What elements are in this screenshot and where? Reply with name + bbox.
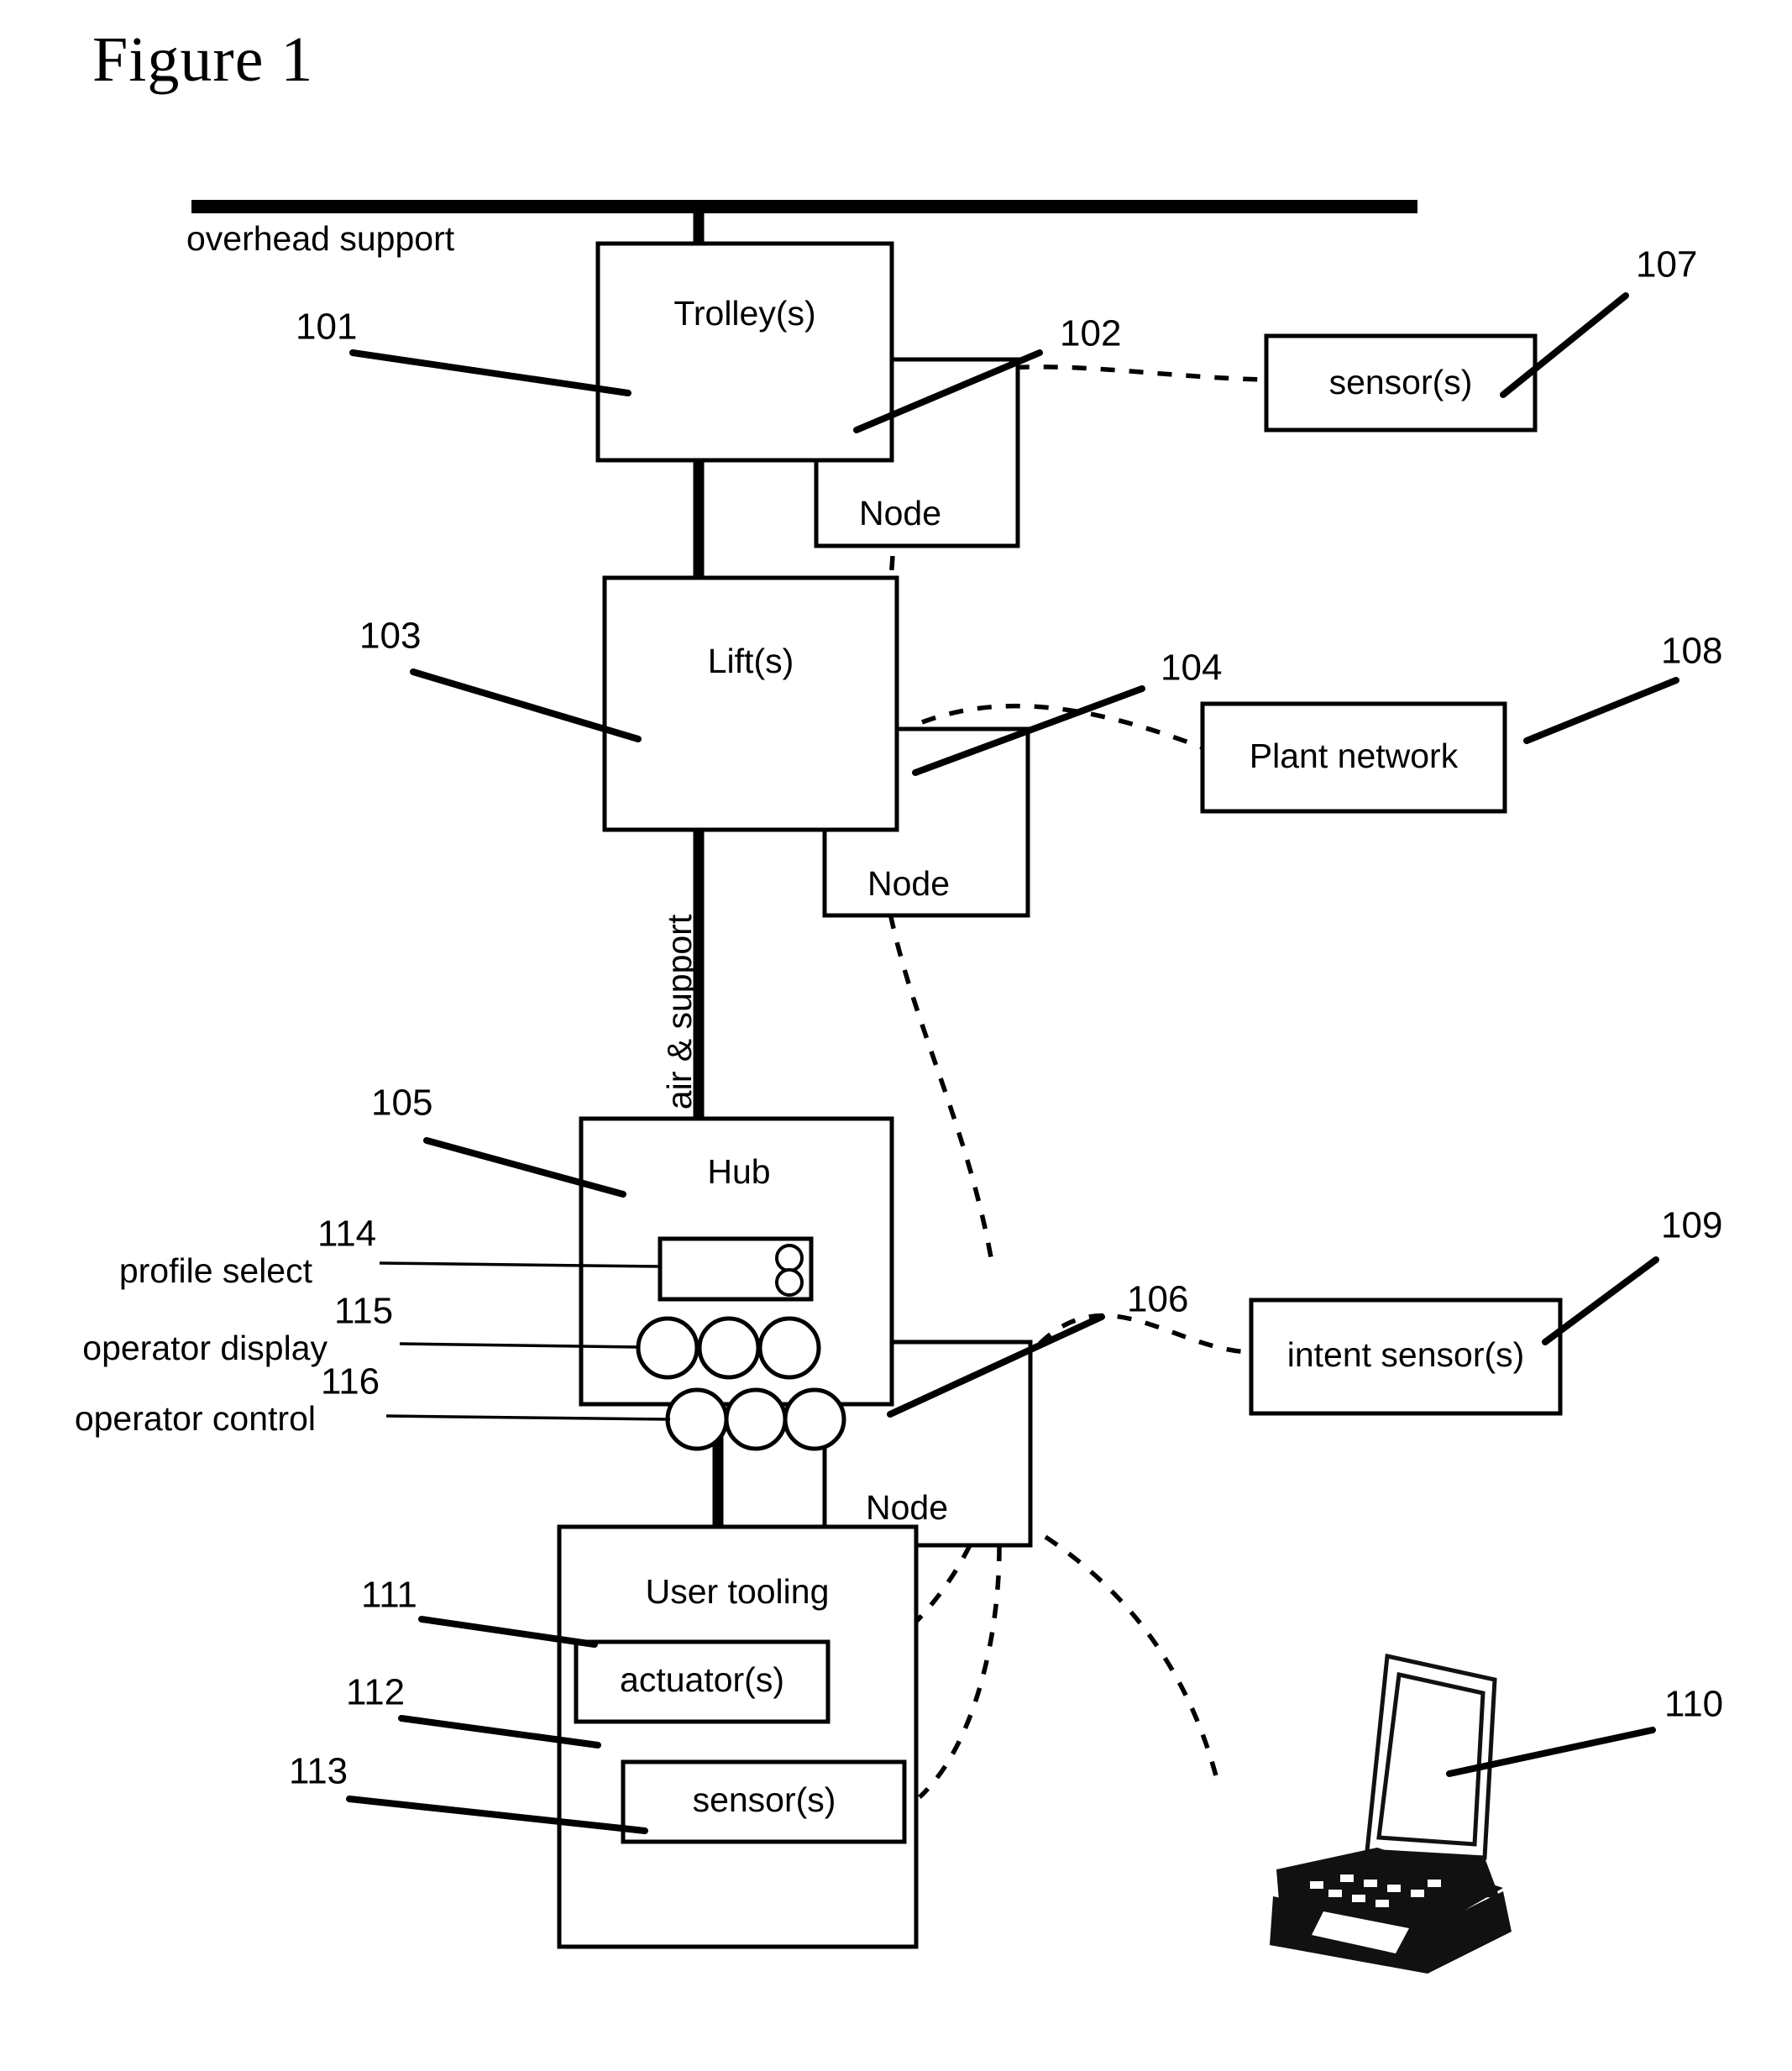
trolley-label: Trolley(s) <box>673 294 815 333</box>
sensor-107-label: sensor(s) <box>1329 363 1473 401</box>
node-104-label: Node <box>867 864 950 903</box>
lift-label: Lift(s) <box>708 642 794 680</box>
lift-box[interactable] <box>602 575 899 832</box>
operator-control-button-2[interactable] <box>724 1387 788 1451</box>
ref-108: 108 <box>1661 631 1722 672</box>
overhead-support-label: overhead support <box>186 219 455 258</box>
ref-107: 107 <box>1636 244 1697 286</box>
operator-control-button-3[interactable] <box>783 1387 846 1451</box>
air-and-support-label: air & support <box>660 914 699 1109</box>
profile-select-indicator-bottom[interactable] <box>775 1268 804 1297</box>
ref-113: 113 <box>289 1751 348 1792</box>
patent-figure-diagram: overhead support Node Trolley(s) Node Li… <box>75 200 1723 1974</box>
node-106-label: Node <box>866 1488 948 1527</box>
operator-display-indicator-2[interactable] <box>697 1316 761 1380</box>
laptop-icon <box>1270 1653 1512 1974</box>
ref-103: 103 <box>359 616 421 657</box>
operator-control-label: operator control <box>75 1399 316 1438</box>
leader-108 <box>1523 677 1679 744</box>
operator-control-button-1[interactable] <box>665 1387 729 1451</box>
ref-116: 116 <box>321 1361 380 1403</box>
actuator-label: actuator(s) <box>620 1660 784 1699</box>
leader-116 <box>385 1414 671 1421</box>
ref-114: 114 <box>317 1214 376 1255</box>
profile-select-indicator-top[interactable] <box>775 1244 804 1272</box>
ref-106: 106 <box>1127 1279 1188 1320</box>
network-link-node104-node106 <box>879 857 995 1267</box>
ref-110: 110 <box>1664 1684 1723 1725</box>
intent-sensor-label: intent sensor(s) <box>1287 1335 1525 1374</box>
network-link-node106-sensor113 <box>918 1546 1002 1800</box>
sensor-113-label: sensor(s) <box>693 1780 836 1819</box>
hub-label: Hub <box>707 1152 770 1191</box>
leader-101 <box>349 349 631 396</box>
ref-112: 112 <box>346 1672 405 1713</box>
operator-display-indicator-1[interactable] <box>636 1316 700 1380</box>
trolley-box[interactable] <box>595 241 894 463</box>
node-102-label: Node <box>859 494 941 532</box>
plant-network-label: Plant network <box>1250 737 1459 775</box>
ref-109: 109 <box>1661 1205 1722 1246</box>
operator-display-indicator-3[interactable] <box>757 1316 821 1380</box>
ref-102: 102 <box>1060 313 1121 354</box>
ref-105: 105 <box>371 1083 432 1124</box>
ref-101: 101 <box>296 307 357 348</box>
user-tooling-label: User tooling <box>646 1572 830 1611</box>
ref-111: 111 <box>361 1575 417 1616</box>
ref-104: 104 <box>1161 648 1222 689</box>
ref-115: 115 <box>334 1291 393 1332</box>
profile-select-label: profile select <box>119 1251 313 1290</box>
overhead-support-rail <box>191 200 1417 213</box>
operator-display-label: operator display <box>82 1329 327 1367</box>
network-link-node106-laptop <box>1044 1534 1222 1790</box>
